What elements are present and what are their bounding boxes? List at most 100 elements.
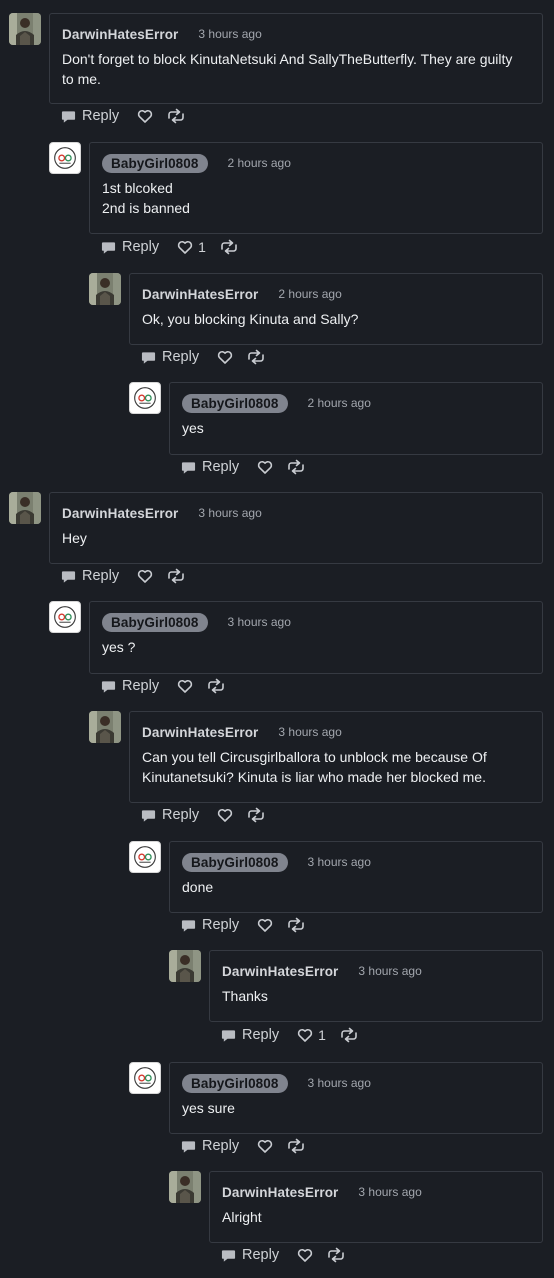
share-button[interactable] [220,239,238,255]
timestamp[interactable]: 3 hours ago [358,1185,421,1199]
share-button[interactable] [167,108,185,124]
reply-icon [141,808,156,823]
reply-button[interactable]: Reply [61,108,119,124]
avatar[interactable] [169,1171,201,1203]
avatar[interactable] [129,1062,161,1094]
author-name[interactable]: DarwinHatesError [222,964,338,979]
like-button[interactable]: 1 [297,1027,326,1043]
share-icon [247,349,265,365]
share-button[interactable] [207,678,225,694]
reply-button[interactable]: Reply [101,239,159,255]
comment-meta: DarwinHatesError 3 hours ago [142,722,530,742]
timestamp[interactable]: 2 hours ago [228,156,291,170]
comment-card: BabyGirl0808 2 hours ago 1st blcoked 2nd i… [89,142,543,234]
avatar[interactable] [49,601,81,633]
like-button[interactable] [177,678,193,694]
author-name[interactable]: DarwinHatesError [142,725,258,740]
author-name[interactable]: BabyGirl0808 [102,153,208,173]
comment: DarwinHatesError 3 hours ago Don't forget … [9,13,543,128]
site-logo-icon [130,842,160,872]
reply-icon [181,918,196,933]
reply-button[interactable]: Reply [221,1247,279,1263]
comment-meta: DarwinHatesError 3 hours ago [62,503,530,523]
site-logo-icon [130,1063,160,1093]
avatar[interactable] [129,841,161,873]
user-photo-icon [89,273,121,305]
avatar[interactable] [89,273,121,305]
share-button[interactable] [287,459,305,475]
comment: BabyGirl0808 3 hours ago yes sure Reply [129,1062,543,1158]
avatar[interactable] [129,382,161,414]
comment-meta: BabyGirl0808 2 hours ago [102,153,530,173]
comment-actions: Reply [61,106,185,126]
reply-label: Reply [82,108,120,124]
comment: DarwinHatesError 3 hours ago Can you tell … [89,711,543,827]
share-button[interactable] [167,568,185,584]
comment-meta: BabyGirl0808 2 hours ago [182,393,530,413]
share-button[interactable] [287,917,305,933]
like-button[interactable] [297,1247,313,1263]
reply-button[interactable]: Reply [61,568,119,584]
like-button[interactable] [217,349,233,365]
reply-label: Reply [242,1027,280,1043]
timestamp[interactable]: 3 hours ago [358,964,421,978]
reply-button[interactable]: Reply [181,917,239,933]
comment-card: DarwinHatesError 2 hours ago Ok, you block… [129,273,543,345]
author-name[interactable]: DarwinHatesError [62,27,178,42]
timestamp[interactable]: 3 hours ago [308,1076,371,1090]
reply-button[interactable]: Reply [101,678,159,694]
reply-button[interactable]: Reply [141,349,199,365]
reply-button[interactable]: Reply [181,1138,239,1154]
like-button[interactable] [257,917,273,933]
author-name[interactable]: DarwinHatesError [62,506,178,521]
author-name[interactable]: BabyGirl0808 [182,1073,288,1093]
avatar[interactable] [89,711,121,743]
share-button[interactable] [340,1027,358,1043]
avatar[interactable] [9,492,41,524]
timestamp[interactable]: 2 hours ago [278,287,341,301]
comment-meta: BabyGirl0808 3 hours ago [102,612,530,632]
like-button[interactable] [137,568,153,584]
reply-button[interactable]: Reply [181,459,239,475]
comment-actions: Reply 1 [101,237,238,257]
avatar[interactable] [49,142,81,174]
comment-text: yes [182,420,204,436]
author-name[interactable]: DarwinHatesError [222,1185,338,1200]
timestamp[interactable]: 3 hours ago [198,506,261,520]
like-button[interactable] [137,108,153,124]
comment-card: BabyGirl0808 3 hours ago yes sure [169,1062,543,1134]
author-name[interactable]: BabyGirl0808 [182,852,288,872]
timestamp[interactable]: 3 hours ago [278,725,341,739]
timestamp[interactable]: 3 hours ago [308,855,371,869]
share-button[interactable] [327,1247,345,1263]
share-button[interactable] [247,807,265,823]
avatar[interactable] [9,13,41,45]
comment-card: DarwinHatesError 3 hours ago Hey [49,492,543,564]
share-button[interactable] [287,1138,305,1154]
comment: BabyGirl0808 3 hours ago done Reply [129,841,543,937]
comment: DarwinHatesError 3 hours ago Hey Reply [9,492,543,588]
reply-button[interactable]: Reply [141,807,199,823]
author-name[interactable]: BabyGirl0808 [182,393,288,413]
timestamp[interactable]: 2 hours ago [308,396,371,410]
avatar[interactable] [169,950,201,982]
reply-label: Reply [202,1138,240,1154]
like-button[interactable] [257,459,273,475]
reply-button[interactable]: Reply [221,1027,279,1043]
comment-meta: DarwinHatesError 3 hours ago [222,961,530,981]
user-photo-icon [169,1171,201,1203]
timestamp[interactable]: 3 hours ago [228,615,291,629]
author-name[interactable]: DarwinHatesError [142,287,258,302]
reply-label: Reply [202,917,240,933]
reply-label: Reply [162,807,200,823]
like-button[interactable] [217,807,233,823]
like-button[interactable]: 1 [177,239,206,255]
author-name[interactable]: BabyGirl0808 [102,612,208,632]
site-logo-icon [130,383,160,413]
like-button[interactable] [257,1138,273,1154]
share-icon [167,108,185,124]
comment: BabyGirl0808 3 hours ago yes ? Reply [49,601,543,698]
reply-label: Reply [122,239,160,255]
share-button[interactable] [247,349,265,365]
timestamp[interactable]: 3 hours ago [198,27,261,41]
